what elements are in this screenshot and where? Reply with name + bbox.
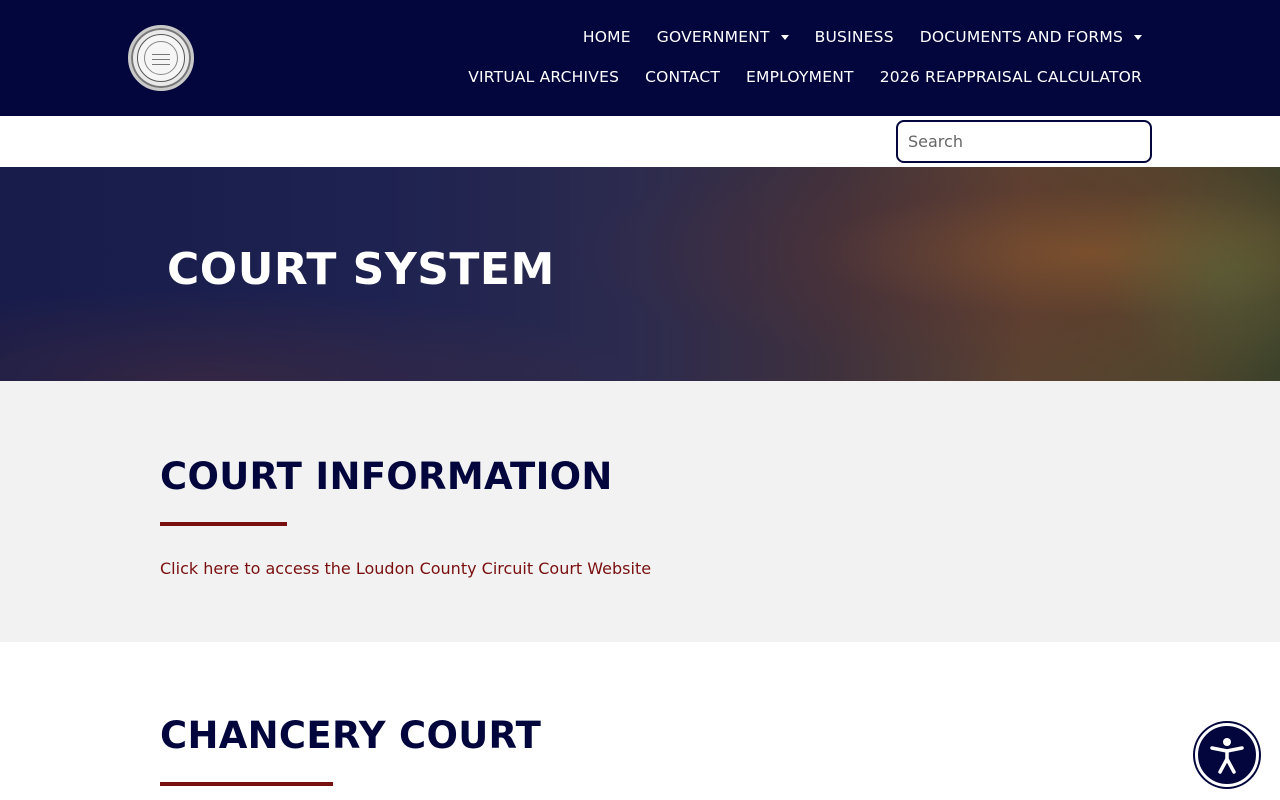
page-title: COURT SYSTEM bbox=[167, 244, 555, 295]
seal-line bbox=[152, 54, 170, 55]
court-information-heading: COURT INFORMATION bbox=[160, 455, 613, 498]
search-strip bbox=[0, 116, 1280, 167]
nav-item-employment[interactable]: EMPLOYMENT bbox=[746, 66, 854, 88]
caret-down-icon bbox=[1134, 34, 1142, 40]
nav-label: HOME bbox=[582, 28, 631, 46]
nav-item-contact[interactable]: CONTACT bbox=[645, 66, 720, 88]
nav-label: CONTACT bbox=[645, 68, 721, 86]
nav-label: GOVERNMENT bbox=[656, 28, 770, 46]
accessibility-icon bbox=[1210, 738, 1244, 774]
nav-item-documents-and-forms[interactable]: DOCUMENTS AND FORMS bbox=[920, 26, 1142, 48]
chancery-court-heading: CHANCERY COURT bbox=[160, 714, 542, 757]
seal-core bbox=[144, 41, 178, 75]
seal-line bbox=[152, 59, 170, 60]
caret-down-icon bbox=[780, 34, 789, 40]
nav-label: BUSINESS bbox=[814, 28, 894, 46]
nav-item-home[interactable]: HOME bbox=[583, 26, 631, 48]
nav-item-business[interactable]: BUSINESS bbox=[815, 26, 894, 48]
chancery-court-section: CHANCERY COURT bbox=[0, 642, 1280, 800]
county-seal-logo[interactable] bbox=[128, 25, 194, 91]
hero-banner: COURT SYSTEM bbox=[0, 167, 1280, 381]
site-header: HOME GOVERNMENT BUSINESS DOCUMENTS AND F… bbox=[0, 0, 1280, 116]
nav-item-reappraisal-calculator[interactable]: 2026 REAPPRAISAL CALCULATOR bbox=[880, 66, 1142, 88]
nav-label: 2026 REAPPRAISAL CALCULATOR bbox=[879, 68, 1142, 86]
heading-underline bbox=[160, 782, 333, 786]
nav-label: VIRTUAL ARCHIVES bbox=[468, 68, 620, 86]
nav-label: EMPLOYMENT bbox=[746, 68, 854, 86]
accessibility-button[interactable] bbox=[1195, 723, 1259, 787]
heading-underline bbox=[160, 522, 287, 526]
circuit-court-website-link[interactable]: Click here to access the Loudon County C… bbox=[160, 559, 651, 578]
primary-nav-row-2: VIRTUAL ARCHIVES CONTACT EMPLOYMENT 2026… bbox=[468, 66, 1142, 88]
search-input[interactable] bbox=[896, 120, 1152, 163]
nav-label: DOCUMENTS AND FORMS bbox=[919, 28, 1123, 46]
court-information-section: COURT INFORMATION Click here to access t… bbox=[0, 381, 1280, 642]
primary-nav-row-1: HOME GOVERNMENT BUSINESS DOCUMENTS AND F… bbox=[583, 26, 1142, 48]
nav-item-virtual-archives[interactable]: VIRTUAL ARCHIVES bbox=[468, 66, 619, 88]
nav-item-government[interactable]: GOVERNMENT bbox=[657, 26, 789, 48]
seal-line bbox=[152, 64, 170, 65]
